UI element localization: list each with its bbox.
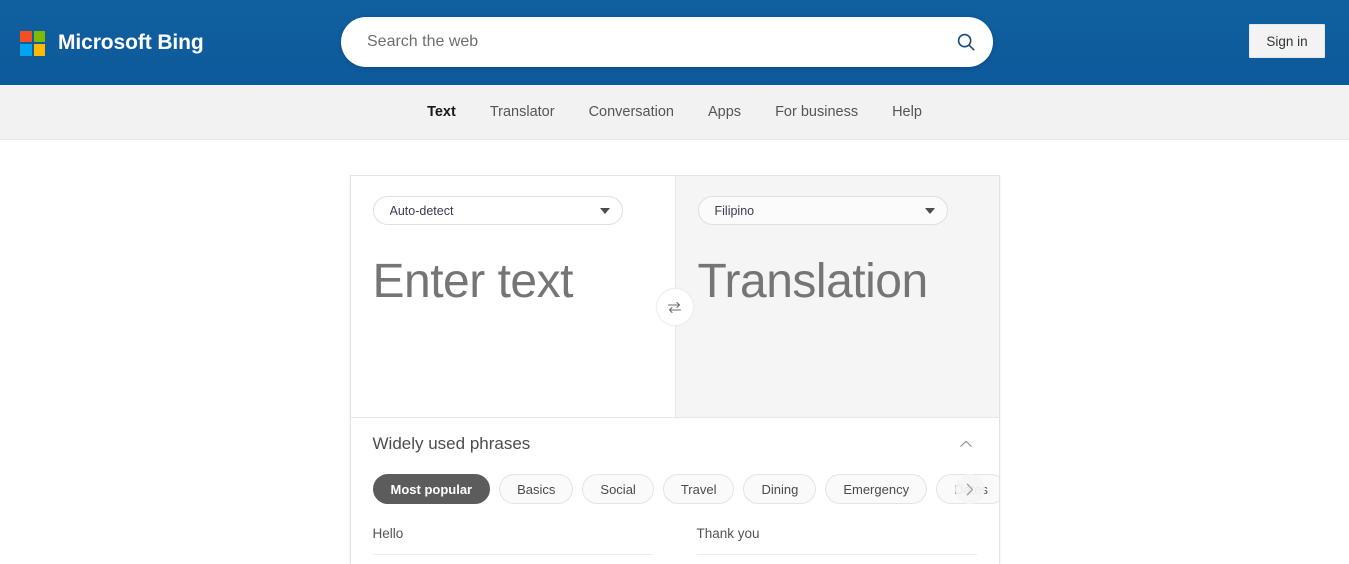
- bing-brand-logo[interactable]: Microsoft Bing: [20, 29, 204, 57]
- phrase-list: Hello Thank you: [351, 508, 999, 555]
- category-pill-emergency[interactable]: Emergency: [825, 474, 927, 504]
- brand-name: Microsoft Bing: [58, 31, 204, 55]
- nav-list: Text Translator Conversation Apps For bu…: [410, 85, 939, 140]
- phrases-header[interactable]: Widely used phrases: [351, 418, 999, 470]
- nav-item-apps[interactable]: Apps: [691, 85, 758, 140]
- search-icon: [955, 31, 977, 53]
- nav-item-conversation[interactable]: Conversation: [572, 85, 691, 140]
- category-pill-most-popular[interactable]: Most popular: [373, 474, 491, 504]
- chevron-up-icon: [957, 435, 975, 453]
- phrases-title: Widely used phrases: [373, 434, 955, 454]
- source-pane: Auto-detect Enter text: [351, 176, 675, 417]
- collapse-phrases-button[interactable]: [955, 433, 977, 455]
- translate-panes: Auto-detect Enter text Filipino Translat…: [351, 176, 999, 418]
- swap-arrows-icon: [666, 299, 683, 316]
- search-input[interactable]: [341, 18, 939, 66]
- phrase-column-target: Thank you: [697, 526, 977, 555]
- list-item[interactable]: Thank you: [697, 526, 977, 555]
- chevron-down-icon: [925, 208, 935, 214]
- source-text-input[interactable]: Enter text: [373, 253, 653, 311]
- chevron-right-icon: [961, 481, 978, 498]
- target-pane: Filipino Translation: [675, 176, 999, 417]
- widely-used-phrases-section: Widely used phrases Most popular Basics …: [351, 418, 999, 555]
- logo-square-blue: [20, 44, 32, 56]
- source-language-label: Auto-detect: [390, 204, 600, 218]
- logo-square-yellow: [34, 44, 46, 56]
- target-text-output: Translation: [698, 253, 977, 311]
- category-pill-travel[interactable]: Travel: [663, 474, 735, 504]
- category-pill-social[interactable]: Social: [582, 474, 653, 504]
- chevron-down-icon: [600, 208, 610, 214]
- phrase-category-tabs: Most popular Basics Social Travel Dining…: [351, 470, 999, 508]
- target-language-select[interactable]: Filipino: [698, 196, 948, 225]
- sign-in-button[interactable]: Sign in: [1249, 24, 1325, 58]
- scroll-categories-right-button[interactable]: [955, 474, 985, 504]
- nav-item-translator[interactable]: Translator: [473, 85, 572, 140]
- microsoft-logo-icon: [20, 31, 45, 56]
- category-pill-dining[interactable]: Dining: [743, 474, 816, 504]
- category-pill-basics[interactable]: Basics: [499, 474, 573, 504]
- nav-item-help[interactable]: Help: [875, 85, 939, 140]
- logo-square-green: [34, 31, 46, 43]
- page-header: Microsoft Bing Sign in: [0, 0, 1349, 85]
- translator-card: Auto-detect Enter text Filipino Translat…: [350, 175, 1000, 564]
- nav-item-for-business[interactable]: For business: [758, 85, 875, 140]
- swap-languages-button[interactable]: [656, 288, 694, 326]
- nav-item-text[interactable]: Text: [410, 85, 473, 140]
- logo-square-red: [20, 31, 32, 43]
- primary-nav: Text Translator Conversation Apps For bu…: [0, 85, 1349, 140]
- target-language-label: Filipino: [715, 204, 925, 218]
- main-content: Auto-detect Enter text Filipino Translat…: [0, 140, 1349, 564]
- search-box[interactable]: [341, 17, 993, 67]
- list-item[interactable]: Hello: [373, 526, 653, 555]
- source-language-select[interactable]: Auto-detect: [373, 196, 623, 225]
- phrase-column-source: Hello: [373, 526, 653, 555]
- search-submit-button[interactable]: [939, 18, 993, 66]
